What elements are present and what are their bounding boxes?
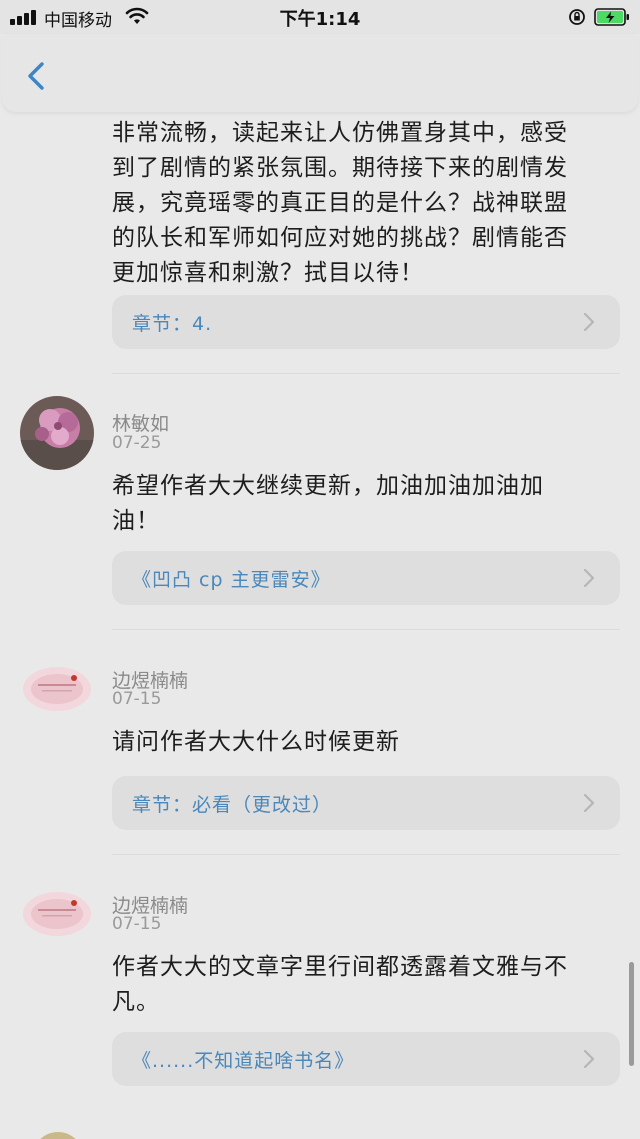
- comment-line: 展，究竟瑶零的真正目的是什么？战神联盟: [112, 190, 568, 216]
- avatar[interactable]: [20, 877, 94, 951]
- book-reference-label: 《凹凸 cp 主更雷安》: [132, 569, 331, 591]
- comment-username[interactable]: 林敏如: [112, 409, 169, 436]
- screen: 中国移动 下午1:14 非常流畅，读起来让人仿佛置身其中，感受 到了剧情的紧张氛…: [0, 0, 640, 1139]
- avatar[interactable]: [20, 652, 94, 726]
- navigation-bar: [2, 34, 638, 112]
- chevron-right-icon: [583, 312, 595, 332]
- chapter-reference-card[interactable]: 章节：必看（更改过）: [112, 776, 620, 830]
- avatar[interactable]: [20, 396, 94, 470]
- divider: [112, 373, 620, 374]
- comment-line: 作者大大的文章字里行间都透露着文雅与不: [112, 954, 568, 980]
- comment-line: 非常流畅，读起来让人仿佛置身其中，感受: [112, 120, 568, 146]
- comment-date: 07-15: [112, 689, 162, 709]
- chapter-reference-label: 章节：4.: [132, 313, 213, 335]
- comment-line: 更加惊喜和刺激？拭目以待！: [112, 260, 424, 286]
- battery-icon: [594, 8, 629, 26]
- book-reference-card[interactable]: 《......不知道起啥书名》: [112, 1032, 620, 1086]
- comment-text: 作者大大的文章字里行间都透露着文雅与不 凡。: [112, 950, 612, 1020]
- card-avatar-image: [20, 877, 94, 951]
- comment-line: 凡。: [112, 989, 160, 1015]
- divider: [112, 629, 620, 630]
- chapter-reference-label: 章节：必看（更改过）: [132, 794, 333, 816]
- status-bar: 中国移动 下午1:14: [0, 0, 640, 34]
- comment-line: 油！: [112, 508, 160, 534]
- divider: [112, 854, 620, 855]
- comment-text: 请问作者大大什么时候更新: [112, 725, 612, 760]
- comment-line: 到了剧情的紧张氛围。期待接下来的剧情发: [112, 155, 568, 181]
- chevron-right-icon: [583, 568, 595, 588]
- status-time: 下午1:14: [279, 9, 361, 30]
- avatar[interactable]: [32, 1132, 84, 1139]
- book-reference-label: 《......不知道起啥书名》: [132, 1050, 355, 1072]
- card-avatar-image: [20, 652, 94, 726]
- comment-date: 07-15: [112, 914, 162, 934]
- flower-avatar-image: [20, 396, 94, 470]
- comment-date: 07-25: [112, 433, 162, 453]
- chapter-reference-card[interactable]: 章节：4.: [112, 295, 620, 349]
- book-reference-card[interactable]: 《凹凸 cp 主更雷安》: [112, 551, 620, 605]
- scrollbar[interactable]: [629, 962, 634, 1066]
- comment-line: 的队长和军师如何应对她的挑战？剧情能否: [112, 225, 568, 251]
- comment-text: 非常流畅，读起来让人仿佛置身其中，感受 到了剧情的紧张氛围。期待接下来的剧情发 …: [112, 116, 612, 291]
- comment-line: 请问作者大大什么时候更新: [112, 729, 400, 755]
- back-button[interactable]: [20, 56, 54, 96]
- comment-text: 希望作者大大继续更新，加油加油加油加 油！: [112, 469, 612, 539]
- chevron-right-icon: [583, 1049, 595, 1069]
- chevron-right-icon: [583, 793, 595, 813]
- orientation-lock-icon: [569, 9, 585, 25]
- comment-line: 希望作者大大继续更新，加油加油加油加: [112, 473, 544, 499]
